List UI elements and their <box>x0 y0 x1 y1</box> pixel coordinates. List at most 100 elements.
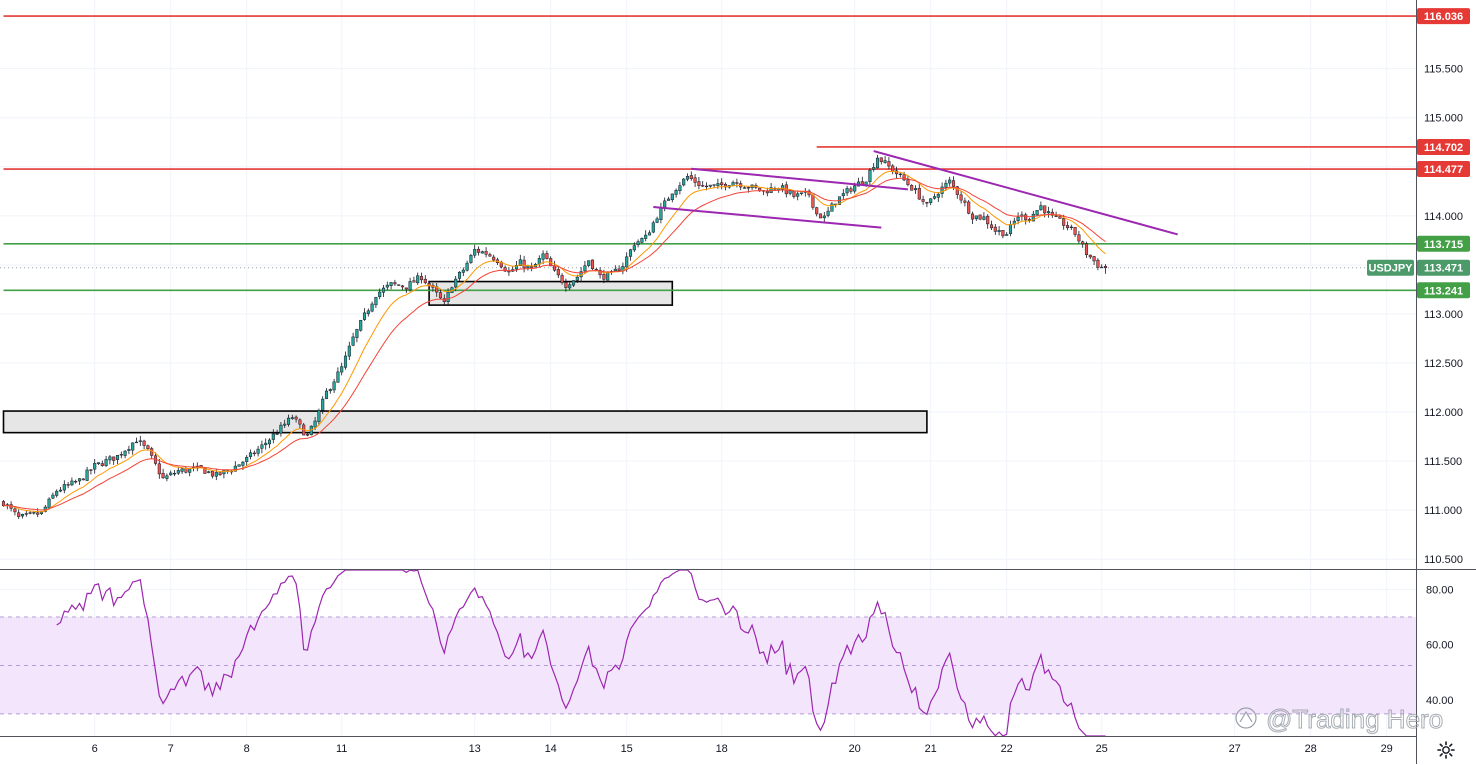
candle-body <box>28 512 32 514</box>
candle-body <box>663 200 667 208</box>
candle <box>416 272 420 285</box>
candle-body <box>385 284 389 288</box>
gear-icon[interactable] <box>1436 740 1456 760</box>
candle <box>324 388 329 400</box>
candle <box>172 469 177 477</box>
candle <box>860 176 864 186</box>
candle-body <box>860 181 864 185</box>
candle <box>488 252 492 257</box>
candle <box>872 163 876 172</box>
time-tick-label: 14 <box>545 743 557 755</box>
zone-box[interactable] <box>428 280 674 306</box>
candle-body <box>765 190 769 194</box>
candle-body <box>267 439 272 445</box>
candle <box>803 187 807 197</box>
price-grid <box>0 0 1416 569</box>
candle <box>419 272 424 284</box>
candle <box>792 190 796 199</box>
candle <box>750 184 754 190</box>
candle <box>530 262 534 272</box>
candle <box>397 284 401 286</box>
candle <box>959 190 963 204</box>
candle-body <box>70 480 74 486</box>
candle <box>678 182 682 195</box>
candle <box>818 213 823 219</box>
candle-body <box>108 456 112 461</box>
candle-body <box>55 490 59 496</box>
candle <box>17 509 21 519</box>
candle-body <box>742 187 747 189</box>
candle-body <box>636 241 640 245</box>
candle <box>119 451 123 459</box>
candle-body <box>245 456 249 462</box>
candle-body <box>1073 227 1077 235</box>
candle-body <box>294 416 298 420</box>
candle <box>374 296 378 308</box>
candle-body <box>560 275 564 283</box>
candle-body <box>1046 211 1051 214</box>
candle <box>70 477 74 487</box>
candle-body <box>378 291 382 298</box>
candle-body <box>708 184 712 187</box>
candle <box>362 308 367 321</box>
candle-body <box>237 464 241 467</box>
candle-body <box>845 188 849 194</box>
candle-body <box>720 182 724 186</box>
candle <box>674 188 678 198</box>
candle <box>423 275 427 285</box>
symbol-tag: USDJPY <box>1368 263 1413 275</box>
horizontal-levels[interactable] <box>0 15 1416 292</box>
candle <box>735 178 739 188</box>
candle-body <box>963 200 967 203</box>
candle <box>666 196 671 201</box>
candle-body <box>214 472 218 477</box>
candle-body <box>77 478 82 482</box>
candle-body <box>788 190 792 194</box>
candle-body <box>381 287 386 293</box>
candle-body <box>115 454 120 460</box>
candle-body <box>362 312 367 320</box>
candle <box>1096 258 1100 271</box>
candle <box>484 247 488 258</box>
candle-body <box>62 484 66 491</box>
time-tick-label: 6 <box>92 743 98 755</box>
support-level-badge: 113.241 <box>1424 285 1463 297</box>
candle <box>932 193 937 200</box>
time-tick-label: 18 <box>716 743 728 755</box>
candle-body <box>438 292 443 299</box>
candle <box>1077 230 1081 244</box>
candle-body <box>351 336 355 346</box>
candle <box>1012 217 1016 229</box>
candle-body <box>925 202 929 204</box>
candle-body <box>902 174 906 181</box>
candle <box>815 206 819 217</box>
candle-body <box>978 214 982 220</box>
candle-body <box>446 291 450 302</box>
candle-body <box>655 218 659 223</box>
candle-body <box>674 189 678 195</box>
candle-body <box>948 179 952 184</box>
candle <box>355 328 359 343</box>
candle <box>910 184 914 191</box>
candle-body <box>1043 205 1047 214</box>
candle <box>628 248 633 261</box>
zone-box[interactable] <box>2 410 928 434</box>
candle-body <box>461 269 465 273</box>
zone-boxes[interactable] <box>2 280 928 434</box>
candle <box>465 260 469 272</box>
candle-body <box>366 310 370 315</box>
tradingview-logo-icon <box>1235 707 1257 729</box>
candle <box>127 445 131 455</box>
candle <box>115 454 120 465</box>
candle <box>1073 227 1077 237</box>
trading-chart[interactable]: 110.500 111.000 111.500 112.000 112.500 113.0… <box>0 0 1476 764</box>
candle-body <box>123 450 127 456</box>
time-tick-label: 8 <box>244 743 250 755</box>
candle-body <box>522 259 526 269</box>
candle-body <box>1096 259 1100 268</box>
trendline[interactable] <box>653 206 882 229</box>
candle <box>32 511 36 515</box>
time-tick-label: 15 <box>621 743 633 755</box>
candle-body <box>571 280 576 286</box>
candle <box>590 259 595 270</box>
